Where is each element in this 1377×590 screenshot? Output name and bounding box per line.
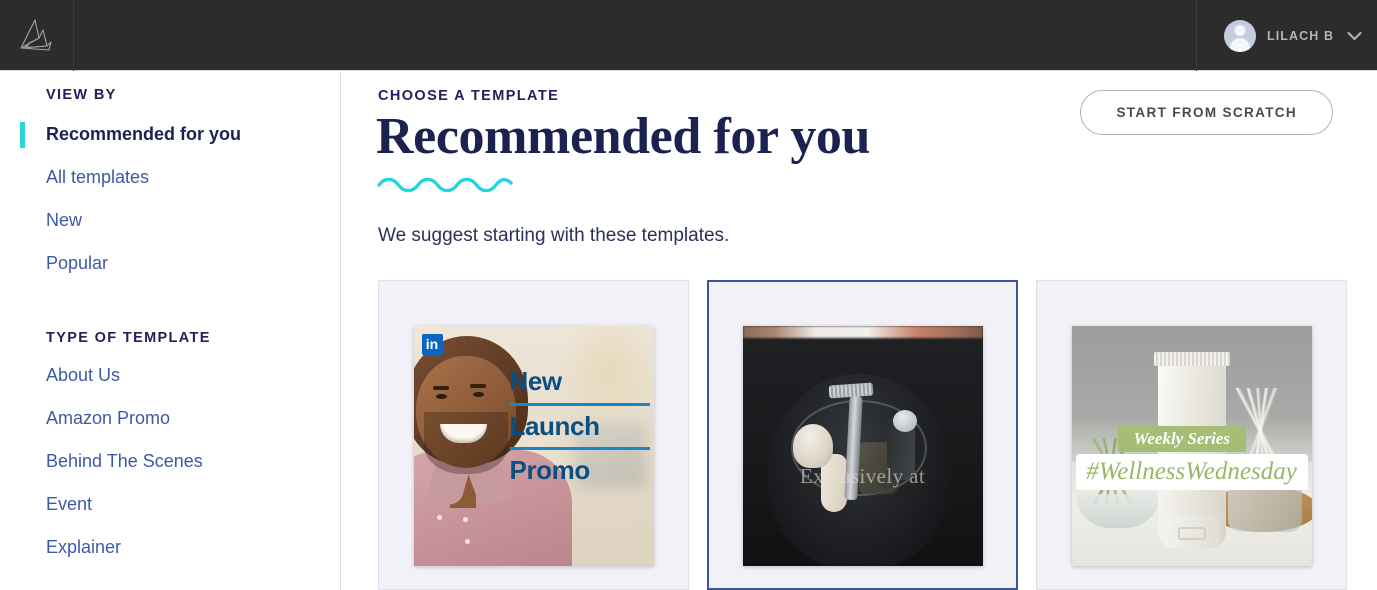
person-eye-right [472,392,484,397]
template-thumbnail: Exclusively at [742,326,983,566]
thumbnail-text-line: Launch [509,410,600,441]
shirt-button [462,517,468,522]
wavy-underline-decoration [377,177,513,192]
sidebar-item-behind-the-scenes[interactable]: Behind The Scenes [46,440,340,483]
template-thumbnail: Weekly Series #WellnessWednesday [1071,326,1312,566]
chevron-down-icon[interactable] [1347,31,1362,41]
tube-crimp [1153,352,1230,366]
thumbnail-rule [509,402,650,406]
template-thumbnail: in New Launch Promo [413,326,654,566]
sidebar-item-popular[interactable]: Popular [46,242,340,285]
main-content: CHOOSE A TEMPLATE Recommended for you We… [342,72,1377,590]
hashtag-brush-stroke: #WellnessWednesday [1075,454,1308,490]
sidebar-item-new[interactable]: New [46,199,340,242]
sidebar-item-recommended-for-you[interactable]: Recommended for you [20,113,340,156]
person-eyebrow-right [469,384,486,388]
template-card-new-launch-promo[interactable]: in New Launch Promo [378,280,689,590]
sidebar-view-by-list: Recommended for you All templates New Po… [20,113,340,285]
thumbnail-caption: Exclusively at [799,464,926,488]
sidebar-heading-view-by: VIEW BY [46,87,117,103]
sidebar-item-explainer[interactable]: Explainer [46,526,340,569]
sidebar-item-amazon-promo[interactable]: Amazon Promo [46,397,340,440]
app-logo-button[interactable] [0,0,74,71]
paper-plane-logo-icon [19,18,52,51]
background-hands-strip [742,326,983,338]
person-beard [423,412,508,474]
top-bar: LILACH B [0,0,1377,71]
linkedin-icon: in [421,334,443,355]
thumbnail-text-block: New Launch Promo [509,366,650,487]
jar-lid [892,410,917,432]
shirt-button [464,539,470,544]
thumbnail-rule [509,447,650,451]
shaving-brush-knot [792,424,833,468]
template-card-wellness-wednesday[interactable]: Weekly Series #WellnessWednesday [1036,280,1347,590]
thumbnail-text-line: New [509,366,563,396]
sidebar-item-about-us[interactable]: About Us [46,354,340,397]
tube-cap-slot [1177,527,1206,540]
weekly-series-band: Weekly Series [1117,426,1246,452]
eyebrow-label: CHOOSE A TEMPLATE [378,88,560,104]
page-title: Recommended for you [376,108,871,165]
sidebar-heading-type-of-template: TYPE OF TEMPLATE [46,330,211,346]
sidebar-item-all-templates[interactable]: All templates [46,156,340,199]
sidebar-type-list: About Us Amazon Promo Behind The Scenes … [46,354,340,569]
avatar [1224,19,1256,52]
user-name-label: LILACH B [1267,28,1335,43]
person-eyebrow-left [432,386,449,390]
template-card-grid: in New Launch Promo Exclusively at Weekl… [378,280,1347,590]
start-from-scratch-button[interactable]: START FROM SCRATCH [1080,90,1333,135]
sidebar: VIEW BY Recommended for you All template… [0,72,341,590]
person-eye-left [435,394,447,399]
template-card-exclusively-at[interactable]: Exclusively at [707,280,1018,590]
thumbnail-text-line: Promo [509,455,591,486]
sidebar-item-event[interactable]: Event [46,483,340,526]
user-menu[interactable]: LILACH B [1196,0,1377,71]
shirt-button [436,515,442,520]
page-subtitle: We suggest starting with these templates… [378,225,730,246]
